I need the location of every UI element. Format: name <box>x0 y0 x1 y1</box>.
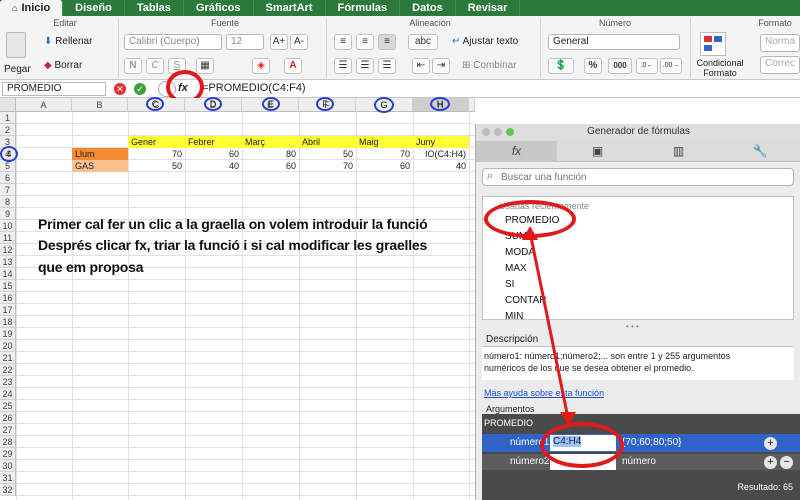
annotation-arrow <box>522 226 576 426</box>
